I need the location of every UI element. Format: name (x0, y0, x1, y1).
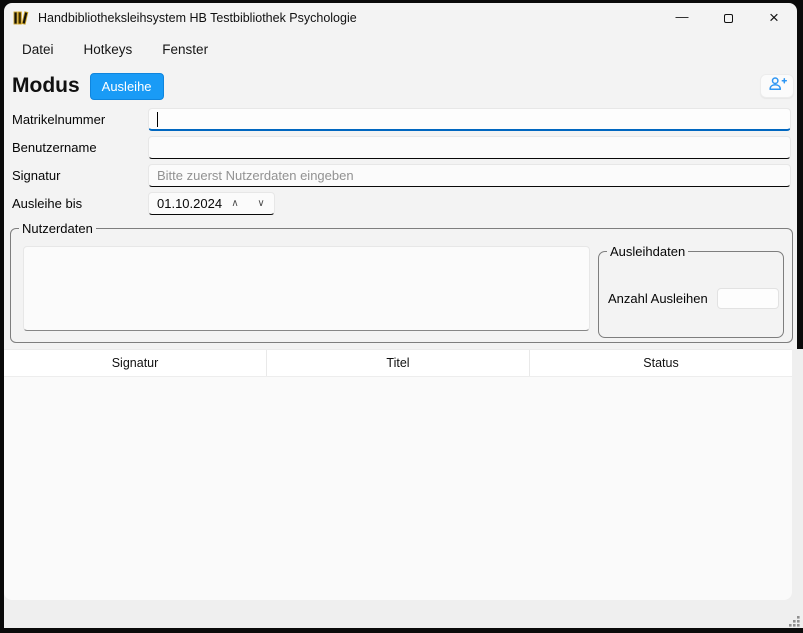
matrikelnummer-label: Matrikelnummer (12, 108, 148, 127)
window-controls: — × (659, 3, 797, 33)
ausleihe-bis-value: 01.10.2024 (149, 196, 222, 211)
column-header-signatur[interactable]: Signatur (4, 350, 266, 376)
benutzername-label: Benutzername (12, 136, 148, 155)
menu-fenster[interactable]: Fenster (162, 42, 208, 57)
resize-grip-icon[interactable] (787, 614, 801, 628)
minimize-icon: — (676, 9, 689, 24)
column-header-status[interactable]: Status (529, 350, 792, 376)
anzahl-ausleihen-label: Anzahl Ausleihen (608, 291, 708, 306)
ausleihdaten-group-title: Ausleihdaten (607, 244, 688, 259)
chevron-up-icon: ∧ (231, 198, 238, 209)
results-table-body (4, 377, 792, 600)
app-window-bottom: Signatur Titel Status (4, 349, 803, 628)
ausleihe-mode-button[interactable]: Ausleihe (90, 73, 164, 100)
matrikelnummer-row: Matrikelnummer (12, 108, 791, 131)
add-user-button[interactable] (760, 74, 794, 98)
date-increment-button[interactable]: ∧ (222, 198, 248, 209)
menu-datei[interactable]: Datei (22, 42, 54, 57)
titlebar[interactable]: Handbibliotheksleihsystem HB Testbibliot… (4, 3, 797, 33)
nutzerdaten-textarea[interactable] (23, 246, 590, 331)
loan-form: Matrikelnummer Benutzername Signatur Aus… (4, 108, 797, 215)
anzahl-ausleihen-row: Anzahl Ausleihen (608, 288, 779, 309)
maximize-button[interactable] (705, 3, 751, 33)
ausleihe-bis-date-spinner[interactable]: 01.10.2024 ∧ ∨ (148, 192, 275, 215)
benutzername-input[interactable] (148, 136, 791, 159)
signatur-row: Signatur (12, 164, 791, 187)
results-table-header: Signatur Titel Status (4, 349, 792, 377)
maximize-icon (724, 14, 733, 23)
chevron-down-icon: ∨ (257, 198, 264, 209)
nutzerdaten-group-title: Nutzerdaten (19, 221, 96, 236)
menubar: Datei Hotkeys Fenster (4, 33, 797, 62)
window-title: Handbibliotheksleihsystem HB Testbibliot… (38, 11, 357, 25)
signatur-input[interactable] (148, 164, 791, 187)
nutzerdaten-groupbox: Nutzerdaten Ausleihdaten Anzahl Ausleihe… (10, 228, 793, 343)
ausleihdaten-groupbox: Ausleihdaten Anzahl Ausleihen (598, 251, 784, 338)
ausleihe-bis-label: Ausleihe bis (12, 192, 148, 211)
benutzername-row: Benutzername (12, 136, 791, 159)
close-icon: × (769, 8, 779, 28)
signatur-label: Signatur (12, 164, 148, 183)
modus-label: Modus (12, 74, 80, 98)
menu-hotkeys[interactable]: Hotkeys (84, 42, 133, 57)
ausleihe-bis-row: Ausleihe bis 01.10.2024 ∧ ∨ (12, 192, 791, 215)
person-add-icon (767, 76, 787, 96)
date-decrement-button[interactable]: ∨ (248, 198, 274, 209)
matrikelnummer-input[interactable] (148, 108, 791, 131)
text-caret (157, 112, 158, 127)
close-button[interactable]: × (751, 3, 797, 33)
books-icon (13, 10, 29, 26)
mode-row: Modus Ausleihe (12, 71, 797, 101)
minimize-button[interactable]: — (659, 3, 705, 33)
column-header-titel[interactable]: Titel (266, 350, 529, 376)
anzahl-ausleihen-input[interactable] (717, 288, 779, 309)
app-window-top: Handbibliotheksleihsystem HB Testbibliot… (4, 3, 797, 349)
